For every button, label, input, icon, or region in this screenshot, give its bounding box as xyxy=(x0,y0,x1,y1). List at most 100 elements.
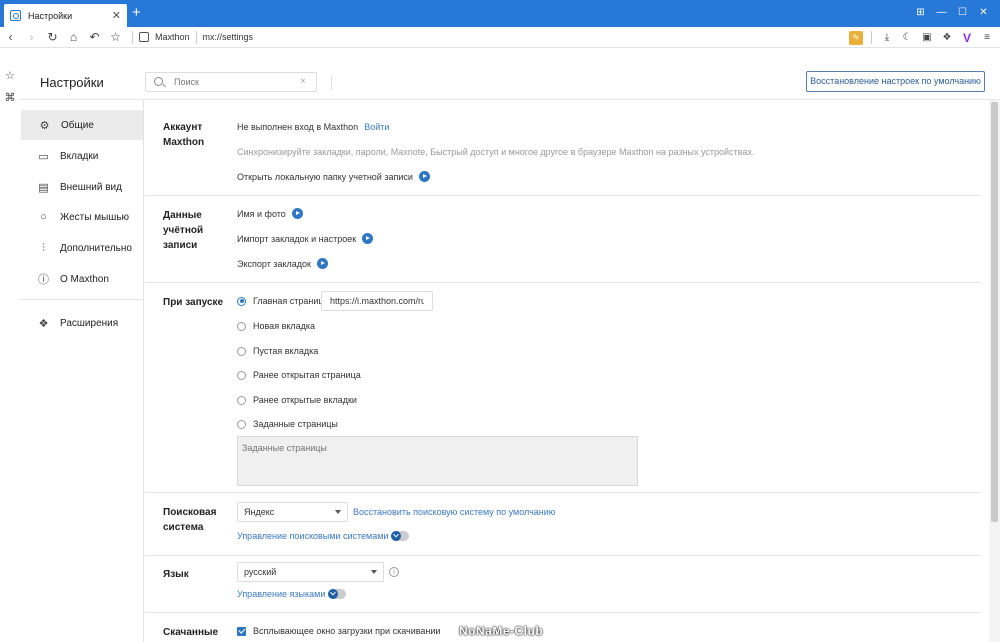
site-name: Maxthon xyxy=(155,32,190,42)
vip-icon[interactable]: V xyxy=(960,31,974,45)
startup-option-label: Ранее открытые вкладки xyxy=(253,395,357,405)
menu-icon[interactable]: ≡ xyxy=(980,31,994,45)
header-divider xyxy=(331,76,332,90)
section-label: Язык xyxy=(163,569,189,580)
section-account: Аккаунт Maxthon Не выполнен вход в Maxth… xyxy=(145,100,980,196)
startup-option[interactable]: Ранее открытые вкладки xyxy=(237,395,357,405)
favorites-star-icon[interactable]: ☆ xyxy=(0,65,20,87)
title-bar: Настройки ✕ + ⊞ — ☐ ✕ xyxy=(0,0,1000,27)
back-icon[interactable]: ‹ xyxy=(0,27,21,48)
screenshot-icon[interactable]: ▣ xyxy=(920,31,934,45)
download-popup-row[interactable]: Всплывающее окно загрузки при скачивании xyxy=(237,626,440,636)
section-label: Поисковая система xyxy=(163,507,217,533)
address-bar[interactable]: mx://settings xyxy=(203,32,254,42)
radio-button[interactable] xyxy=(237,321,246,331)
arrow-right-icon[interactable] xyxy=(316,258,328,269)
open-folder-row[interactable]: Открыть локальную папку учетной записи xyxy=(237,171,430,182)
toggle-knob-icon xyxy=(328,589,339,599)
watermark: NoNaMe-Club xyxy=(459,624,544,638)
arrow-right-icon[interactable] xyxy=(418,171,430,182)
startup-option-label: Главная страница xyxy=(253,296,329,306)
maxnote-icon[interactable]: ✎ xyxy=(849,30,863,45)
section-label: При запуске xyxy=(163,297,224,308)
search-clear-icon[interactable]: × xyxy=(300,76,306,87)
tabs-icon: ▭ xyxy=(38,150,49,163)
startup-option-label: Пустая вкладка xyxy=(253,346,319,356)
sidebar-item-label: Внешний вид xyxy=(60,181,122,193)
sidebar-toggle-icon[interactable]: ⊞ xyxy=(910,5,931,20)
tab-close-icon[interactable]: ✕ xyxy=(112,9,121,22)
account-status-row: Не выполнен вход в Maxthon Войти xyxy=(237,122,389,132)
forward-icon[interactable]: › xyxy=(21,27,42,48)
sidebar-item-extensions[interactable]: ❖ Расширения xyxy=(20,308,144,338)
home-icon[interactable]: ⌂ xyxy=(63,27,84,48)
manage-languages-row[interactable]: Управление языками xyxy=(237,589,347,599)
startup-option[interactable]: Новая вкладка xyxy=(237,321,315,331)
reset-defaults-button[interactable]: Восстановление настроек по умолчанию xyxy=(806,71,985,92)
sidebar-item-label: Дополнительно xyxy=(60,242,132,254)
site-info-icon[interactable] xyxy=(139,32,149,42)
tab-settings[interactable]: Настройки ✕ xyxy=(4,4,127,27)
language-value: русский xyxy=(244,567,277,577)
section-label: Аккаунт Maxthon xyxy=(163,122,205,148)
radio-selected[interactable] xyxy=(237,296,246,306)
close-window-button[interactable]: ✕ xyxy=(973,5,994,20)
restore-search-engine-link[interactable]: Восстановить поисковую систему по умолча… xyxy=(353,507,556,517)
manage-languages-link[interactable]: Управление языками xyxy=(237,589,325,599)
sliders-icon: ⫶ xyxy=(42,241,45,254)
appearance-icon: ▤ xyxy=(38,181,49,194)
radio-button[interactable] xyxy=(237,419,246,429)
language-info[interactable]: i xyxy=(382,567,399,577)
download-popup-checkbox[interactable] xyxy=(237,626,246,636)
info-circle-icon[interactable]: i xyxy=(389,567,399,577)
arrow-right-icon[interactable] xyxy=(291,208,303,219)
manage-search-engines-link[interactable]: Управление поисковыми системами xyxy=(237,531,388,541)
login-link[interactable]: Войти xyxy=(364,122,389,132)
language-select[interactable]: русский xyxy=(237,562,384,582)
reload-icon[interactable]: ↻ xyxy=(42,27,63,48)
home-page-url-input[interactable] xyxy=(321,291,433,311)
manage-search-toggle[interactable] xyxy=(391,531,410,541)
manage-search-engines-row[interactable]: Управление поисковыми системами xyxy=(237,531,410,541)
radio-button[interactable] xyxy=(237,370,246,380)
sidebar-item-appearance[interactable]: ▤ Внешний вид xyxy=(20,172,144,202)
search-input[interactable] xyxy=(145,72,317,92)
arrow-right-icon[interactable] xyxy=(362,233,374,244)
extensions-icon[interactable]: ❖ xyxy=(940,31,954,45)
chevron-down-icon xyxy=(371,570,377,574)
account-data-item[interactable]: Импорт закладок и настроек xyxy=(237,233,374,244)
startup-option[interactable]: Пустая вкладка xyxy=(237,346,318,356)
search-engine-select[interactable]: Яндекс xyxy=(237,502,348,522)
startup-option[interactable]: Ранее открытая страница xyxy=(237,370,361,380)
minimize-button[interactable]: — xyxy=(931,5,952,20)
startup-option[interactable]: Заданные страницы xyxy=(237,419,338,429)
new-tab-button[interactable]: + xyxy=(132,5,141,20)
startup-option-label: Заданные страницы xyxy=(253,419,338,429)
sidebar-item-advanced[interactable]: ⫶ Дополнительно xyxy=(20,233,144,263)
account-data-item[interactable]: Имя и фото xyxy=(237,208,303,219)
radio-button[interactable] xyxy=(237,395,246,405)
scrollbar-thumb[interactable] xyxy=(991,102,998,522)
sidebar-item-tabs[interactable]: ▭ Вкладки xyxy=(20,141,144,171)
custom-pages-textarea[interactable] xyxy=(237,436,638,486)
manage-languages-toggle[interactable] xyxy=(328,589,347,599)
sidebar-item-label: Расширения xyxy=(60,317,119,329)
sidebar-item-about[interactable]: ⓘ О Maxthon xyxy=(20,264,144,294)
maximize-button[interactable]: ☐ xyxy=(952,5,973,20)
undo-icon[interactable]: ↶ xyxy=(84,27,105,48)
download-icon[interactable]: ⤓ xyxy=(880,31,894,45)
section-downloads: Скачанные Всплывающее окно загрузки при … xyxy=(145,613,980,642)
bookmark-star-icon[interactable]: ☆ xyxy=(105,27,126,48)
sidebar-item-label: О Maxthon xyxy=(60,273,109,285)
browser-toolbar: ‹ › ↻ ⌂ ↶ ☆ Maxthon mx://settings ✎ ⤓ ☾ … xyxy=(0,27,1000,48)
startup-option[interactable]: Главная страница xyxy=(237,296,329,306)
sidebar-item-general[interactable]: ⚙ Общие xyxy=(21,110,143,140)
sidebar-item-mouse-gestures[interactable]: ○ Жесты мышью xyxy=(20,202,144,232)
gear-icon: ⚙ xyxy=(39,119,50,132)
settings-main: Аккаунт Maxthon Не выполнен вход в Maxth… xyxy=(145,100,990,642)
clover-icon[interactable]: ⌘ xyxy=(0,87,20,109)
account-data-item[interactable]: Экспорт закладок xyxy=(237,258,328,269)
night-mode-icon[interactable]: ☾ xyxy=(900,31,914,45)
radio-button[interactable] xyxy=(237,346,246,356)
open-folder-label: Открыть локальную папку учетной записи xyxy=(237,171,413,182)
